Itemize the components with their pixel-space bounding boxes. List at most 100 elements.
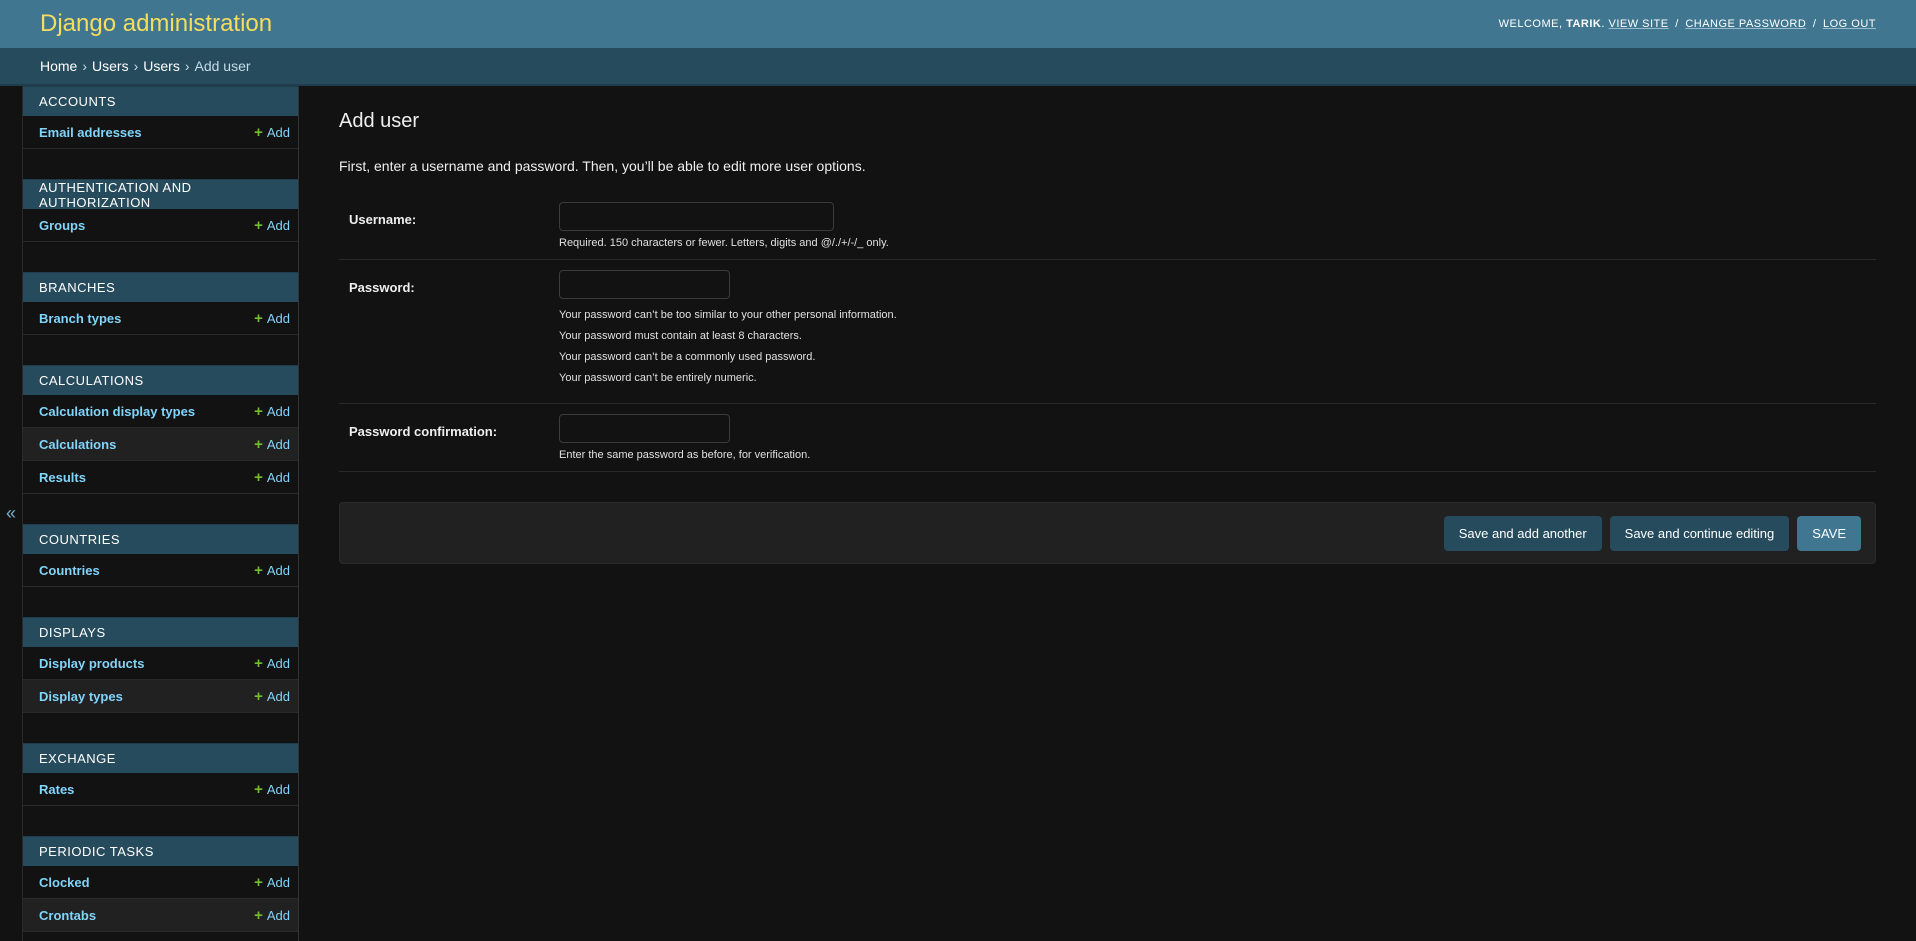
sidebar-model-row: Calculation display types + Add [23, 395, 298, 428]
breadcrumb-separator: › [133, 58, 139, 74]
site-branding[interactable]: Django administration [40, 10, 272, 38]
view-site-link[interactable]: View site [1609, 18, 1669, 30]
sidebar-add-label: Add [266, 469, 290, 485]
sidebar-module: Displays Display products + Add Display type… [23, 617, 298, 713]
sidebar-model-row: Countries + Add [23, 554, 298, 587]
nav-sidebar: Accounts Email addresses + Add Authenticatio… [23, 86, 299, 941]
breadcrumb-model[interactable]: Users [143, 58, 180, 74]
breadcrumb-separator: › [184, 58, 190, 74]
sidebar-add-link[interactable]: + Add [254, 125, 290, 140]
sidebar-add-link[interactable]: + Add [254, 875, 290, 890]
plus-icon: + [254, 654, 263, 672]
sidebar-module-caption[interactable]: Exchange [23, 743, 298, 773]
plus-icon: + [254, 906, 263, 924]
sidebar-model-row: Display types + Add [23, 680, 298, 713]
plus-icon: + [254, 468, 263, 486]
sidebar-add-label: Add [266, 124, 290, 140]
breadcrumb-app[interactable]: Users [92, 58, 129, 74]
sidebar-add-label: Add [266, 217, 290, 233]
breadcrumb-separator: › [82, 58, 88, 74]
sidebar-module-caption[interactable]: Displays [23, 617, 298, 647]
toggle-sidebar-button[interactable]: « [0, 86, 23, 941]
password-label: Password: [349, 280, 415, 295]
sidebar-model-row: Rates + Add [23, 773, 298, 806]
sidebar-module: Accounts Email addresses + Add [23, 86, 298, 149]
save-and-continue-button[interactable]: Save and continue editing [1609, 515, 1790, 551]
sidebar-add-label: Add [266, 781, 290, 797]
plus-icon: + [254, 561, 263, 579]
save-and-add-another-button[interactable]: Save and add another [1443, 515, 1602, 551]
username-label: Username: [349, 212, 417, 227]
double-chevron-left-icon: « [5, 503, 16, 523]
sidebar-model-row: Display products + Add [23, 647, 298, 680]
plus-icon: + [254, 402, 263, 420]
sidebar-model-link[interactable]: Crontabs [39, 908, 96, 923]
sidebar-add-link[interactable]: + Add [254, 689, 290, 704]
sidebar-add-link[interactable]: + Add [254, 908, 290, 923]
sidebar-model-link[interactable]: Results [39, 470, 86, 485]
sidebar-add-label: Add [266, 688, 290, 704]
sidebar-model-link[interactable]: Display products [39, 656, 144, 671]
sidebar-model-link[interactable]: Calculation display types [39, 404, 195, 419]
sidebar-add-label: Add [266, 310, 290, 326]
username-label: Tarik [1566, 18, 1602, 30]
sidebar-add-label: Add [266, 907, 290, 923]
sidebar-model-row: Email addresses + Add [23, 116, 298, 149]
plus-icon: + [254, 687, 263, 705]
sidebar-add-link[interactable]: + Add [254, 404, 290, 419]
sidebar-model-link[interactable]: Calculations [39, 437, 116, 452]
sidebar-model-row: Groups + Add [23, 209, 298, 242]
sidebar-model-link[interactable]: Groups [39, 218, 85, 233]
sidebar-model-link[interactable]: Countries [39, 563, 100, 578]
sidebar-add-link[interactable]: + Add [254, 437, 290, 452]
sidebar-add-link[interactable]: + Add [254, 656, 290, 671]
main-container: « Accounts Email addresses + Add Authenticat… [0, 86, 1916, 941]
change-password-link[interactable]: Change password [1685, 18, 1806, 30]
password-help-list: Your password can’t be too similar to yo… [559, 309, 1866, 384]
password-input[interactable] [559, 270, 730, 299]
user-tools-separator: / [1675, 18, 1679, 30]
sidebar-add-link[interactable]: + Add [254, 218, 290, 233]
breadcrumb-home[interactable]: Home [40, 58, 77, 74]
password-confirmation-help: Enter the same password as before, for v… [559, 449, 811, 461]
sidebar-add-link[interactable]: + Add [254, 563, 290, 578]
sidebar-model-link[interactable]: Rates [39, 782, 74, 797]
sidebar-model-link[interactable]: Email addresses [39, 125, 142, 140]
username-input[interactable] [559, 202, 834, 231]
sidebar-add-label: Add [266, 655, 290, 671]
sidebar-add-label: Add [266, 562, 290, 578]
plus-icon: + [254, 216, 263, 234]
log-out-link[interactable]: Log out [1823, 18, 1876, 30]
welcome-text: Welcome, [1498, 18, 1563, 30]
password-confirmation-row: Password confirmation: Enter the same pa… [339, 404, 1876, 472]
username-help: Required. 150 characters or fewer. Lette… [559, 237, 889, 249]
sidebar-model-link[interactable]: Display types [39, 689, 123, 704]
sidebar-add-link[interactable]: + Add [254, 782, 290, 797]
sidebar-model-link[interactable]: Branch types [39, 311, 121, 326]
sidebar-module-caption[interactable]: Branches [23, 272, 298, 302]
sidebar-add-label: Add [266, 436, 290, 452]
sidebar-model-row: Calculations + Add [23, 428, 298, 461]
user-tools: Welcome, Tarik. View site / Change passw… [1498, 18, 1876, 30]
save-button[interactable]: Save [1797, 515, 1861, 551]
breadcrumb: Home › Users › Users › Add user [0, 48, 1916, 86]
plus-icon: + [254, 435, 263, 453]
password-help-item: Your password can’t be too similar to yo… [559, 309, 897, 321]
sidebar-model-link[interactable]: Clocked [39, 875, 90, 890]
plus-icon: + [254, 123, 263, 141]
sidebar-module-caption[interactable]: Authentication and Authorization [23, 179, 298, 210]
form-intro: First, enter a username and password. Th… [339, 158, 866, 174]
password-confirmation-input[interactable] [559, 414, 730, 443]
password-row: Password: Your password can’t be too sim… [339, 260, 1876, 404]
sidebar-module-caption[interactable]: Accounts [23, 86, 298, 116]
sidebar-module-caption[interactable]: Countries [23, 524, 298, 554]
sidebar-module-caption[interactable]: Calculations [23, 365, 298, 395]
sidebar-module: Calculations Calculation display types + Ad… [23, 365, 298, 494]
sidebar-module: Countries Countries + Add [23, 524, 298, 587]
sidebar-module-caption[interactable]: Periodic Tasks [23, 836, 298, 866]
username-row: Username: Required. 150 characters or fe… [339, 192, 1876, 260]
sidebar-add-label: Add [266, 874, 290, 890]
password-field-wrapper: Your password can’t be too similar to yo… [559, 270, 1866, 393]
sidebar-add-link[interactable]: + Add [254, 311, 290, 326]
sidebar-add-link[interactable]: + Add [254, 470, 290, 485]
